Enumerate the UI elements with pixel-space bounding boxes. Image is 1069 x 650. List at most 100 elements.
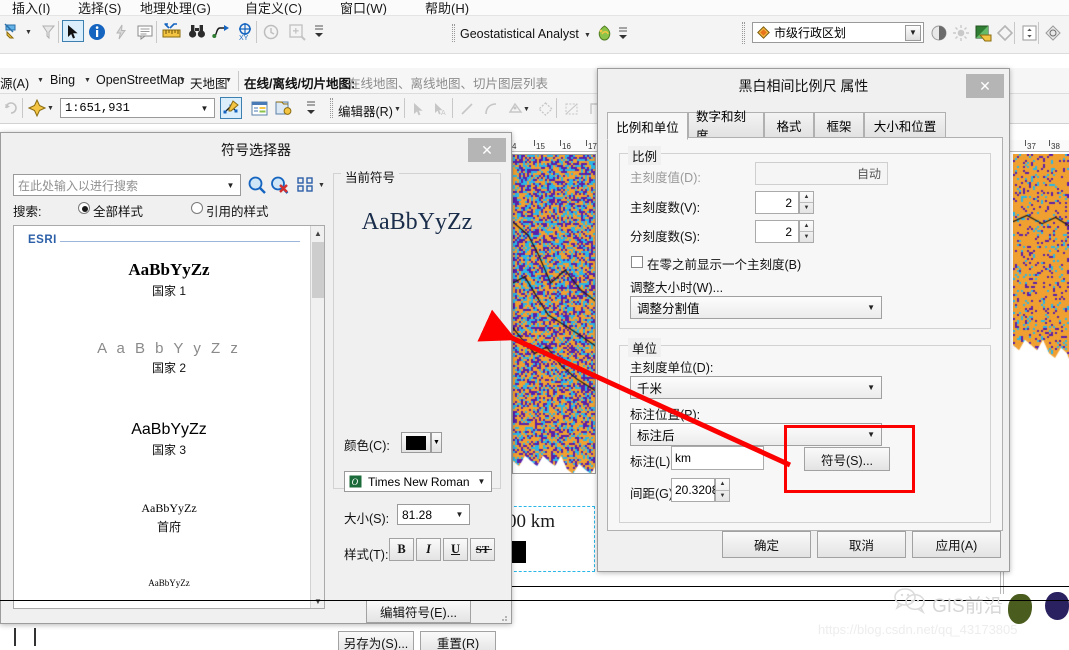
symbol-search-chevron-icon[interactable]: ▼ bbox=[223, 181, 238, 190]
toolbar-overflow-icon[interactable] bbox=[308, 20, 330, 42]
scroll-thumb[interactable] bbox=[312, 242, 324, 298]
flash-icon[interactable] bbox=[110, 21, 132, 43]
clear-selection-icon[interactable] bbox=[38, 21, 60, 43]
basemap-osm-dropdown-icon[interactable]: ▼ bbox=[178, 69, 187, 91]
style-item-0[interactable]: AaBbYyZz 国家 1 bbox=[14, 260, 324, 299]
spin-down-icon[interactable]: ▼ bbox=[800, 203, 813, 213]
scalebar-ok-button[interactable]: 确定 bbox=[722, 531, 811, 558]
divisions-spinner[interactable]: ▲▼ bbox=[799, 191, 814, 214]
find-route-icon[interactable] bbox=[210, 20, 232, 42]
subdivisions-input[interactable]: 2 bbox=[755, 220, 799, 243]
style-item-4[interactable]: AaBbYyZz bbox=[14, 578, 324, 588]
tab-scale-and-units[interactable]: 比例和单位 bbox=[607, 112, 688, 140]
table-of-contents-icon[interactable] bbox=[248, 97, 270, 119]
edit-tool-icon[interactable] bbox=[408, 98, 430, 120]
division-units-select[interactable]: 千米 ▼ bbox=[630, 376, 882, 399]
select-features-icon[interactable] bbox=[2, 21, 24, 43]
scalebar-element[interactable]: 00 km bbox=[509, 506, 595, 572]
add-data-dropdown-icon[interactable]: ▼ bbox=[46, 97, 55, 119]
tab-format[interactable]: 格式 bbox=[764, 112, 814, 138]
swipe-layer-icon[interactable] bbox=[972, 22, 994, 44]
basemap-bing-label[interactable]: Bing bbox=[50, 73, 75, 87]
search-magnifier-icon[interactable] bbox=[247, 175, 267, 195]
measure-ruler-icon[interactable] bbox=[160, 20, 182, 42]
refresh-icon[interactable] bbox=[0, 97, 22, 119]
division-units-chevron-icon[interactable]: ▼ bbox=[867, 383, 875, 392]
menu-item-windows[interactable]: 窗口(W) bbox=[340, 0, 387, 16]
spin-up-icon[interactable]: ▲ bbox=[800, 192, 813, 203]
layer-select-combo[interactable]: 市级行政区划 ▼ bbox=[752, 22, 924, 43]
symbol-search-input[interactable]: 在此处输入以进行搜索 ▼ bbox=[13, 174, 241, 196]
radio-all-styles-label[interactable]: 全部样式 bbox=[93, 201, 143, 220]
select-features-dropdown-icon[interactable]: ▼ bbox=[24, 21, 33, 43]
tab-frame[interactable]: 框架 bbox=[814, 112, 864, 138]
spin-down-icon[interactable]: ▼ bbox=[800, 232, 813, 242]
geostatistical-analyst-dropdown-icon[interactable]: ▼ bbox=[583, 24, 592, 46]
before-zero-label[interactable]: 在零之前显示一个主刻度(B) bbox=[647, 254, 801, 273]
radio-referenced-styles[interactable] bbox=[191, 202, 203, 214]
radio-all-styles[interactable] bbox=[78, 202, 90, 214]
symbol-style-list[interactable]: ESRI AaBbYyZz 国家 1 A a B b Y y Z z 国家 2 … bbox=[13, 225, 325, 609]
reset-button[interactable]: 重置(R) bbox=[420, 631, 496, 650]
spin-up-icon[interactable]: ▲ bbox=[800, 221, 813, 232]
image-analysis-icon[interactable] bbox=[1042, 22, 1064, 44]
radio-referenced-styles-label[interactable]: 引用的样式 bbox=[206, 201, 269, 220]
menu-item-insert[interactable]: 插入(I) bbox=[12, 0, 50, 16]
layer-select-chevron-icon[interactable]: ▼ bbox=[905, 25, 921, 41]
edit-vertices-icon[interactable] bbox=[220, 97, 242, 119]
scalebar-cancel-button[interactable]: 取消 bbox=[817, 531, 906, 558]
before-zero-checkbox[interactable] bbox=[631, 256, 643, 268]
trace-dropdown-icon[interactable]: ▼ bbox=[522, 98, 531, 120]
geostatistical-analyst-label[interactable]: Geostatistical Analyst bbox=[460, 27, 579, 41]
geostat-overflow-icon[interactable] bbox=[612, 22, 634, 44]
resize-grip-icon[interactable] bbox=[498, 611, 508, 621]
scroll-up-icon[interactable]: ▲ bbox=[311, 226, 325, 240]
symbol-selector-close-icon[interactable]: ✕ bbox=[468, 138, 506, 162]
menu-item-customize[interactable]: 自定义(C) bbox=[245, 0, 302, 16]
save-as-button[interactable]: 另存为(S)... bbox=[338, 631, 414, 650]
select-elements-icon[interactable] bbox=[62, 20, 84, 42]
style-item-2[interactable]: AaBbYyZz 国家 3 bbox=[14, 421, 324, 458]
basemap-bing-dropdown-icon[interactable]: ▼ bbox=[83, 69, 92, 91]
curve-segment-icon[interactable] bbox=[480, 98, 502, 120]
menu-item-geoprocessing[interactable]: 地理处理(G) bbox=[140, 0, 211, 16]
identify-info-icon[interactable] bbox=[86, 21, 108, 43]
basemap-source-dropdown-icon[interactable]: ▼ bbox=[36, 69, 45, 91]
edit-symbol-button[interactable]: 编辑符号(E)... bbox=[366, 600, 471, 623]
map-scale-combo[interactable]: 1:651,931 ▼ bbox=[60, 98, 215, 118]
division-value-input[interactable]: 自动 bbox=[755, 162, 888, 185]
color-swatch-button[interactable] bbox=[401, 432, 431, 453]
font-family-chevron-icon[interactable]: ▼ bbox=[474, 477, 489, 486]
when-resizing-chevron-icon[interactable]: ▼ bbox=[867, 303, 875, 312]
scalebar-apply-button[interactable]: 应用(A) bbox=[912, 531, 1001, 558]
construction-tool-icon[interactable] bbox=[534, 98, 556, 120]
standard-overflow-icon[interactable] bbox=[300, 97, 322, 119]
style-item-3[interactable]: AaBbYyZz 首府 bbox=[14, 501, 324, 535]
contrast-icon[interactable] bbox=[928, 22, 950, 44]
italic-button[interactable]: I bbox=[416, 538, 441, 561]
scalebar-properties-close-icon[interactable]: ✕ bbox=[966, 74, 1004, 98]
menu-item-selection[interactable]: 选择(S) bbox=[78, 0, 121, 16]
strikethrough-button[interactable]: S̶T̶ bbox=[470, 538, 495, 561]
html-popup-icon[interactable] bbox=[134, 21, 156, 43]
edit-vertices-tool-icon[interactable] bbox=[560, 98, 582, 120]
gap-input[interactable]: 20.3208 bbox=[671, 478, 715, 502]
tile-map-value[interactable]: 在线地图、离线地图、切片图层列表 bbox=[348, 73, 548, 92]
find-binoculars-icon[interactable] bbox=[186, 20, 208, 42]
divisions-input[interactable]: 2 bbox=[755, 191, 799, 214]
view-mode-dropdown-icon[interactable]: ▼ bbox=[317, 174, 326, 196]
transparency-icon[interactable] bbox=[1018, 22, 1040, 44]
straight-segment-icon[interactable] bbox=[456, 98, 478, 120]
view-as-tiles-icon[interactable] bbox=[297, 176, 315, 194]
font-size-chevron-icon[interactable]: ▼ bbox=[452, 510, 467, 519]
tab-numbers-and-marks[interactable]: 数字和刻度 bbox=[688, 112, 764, 138]
basemap-source-label[interactable]: 源(A) bbox=[0, 73, 29, 92]
label-input[interactable]: km bbox=[671, 446, 764, 470]
basemap-osm-label[interactable]: OpenStreetMap bbox=[96, 73, 184, 87]
catalog-window-icon[interactable] bbox=[272, 97, 294, 119]
tab-size-and-position[interactable]: 大小和位置 bbox=[864, 112, 946, 138]
subdivisions-spinner[interactable]: ▲▼ bbox=[799, 220, 814, 243]
font-family-combo[interactable]: O Times New Roman ▼ bbox=[344, 471, 492, 492]
underline-button[interactable]: U bbox=[443, 538, 468, 561]
zoom-magnifier-icon[interactable] bbox=[286, 21, 308, 43]
